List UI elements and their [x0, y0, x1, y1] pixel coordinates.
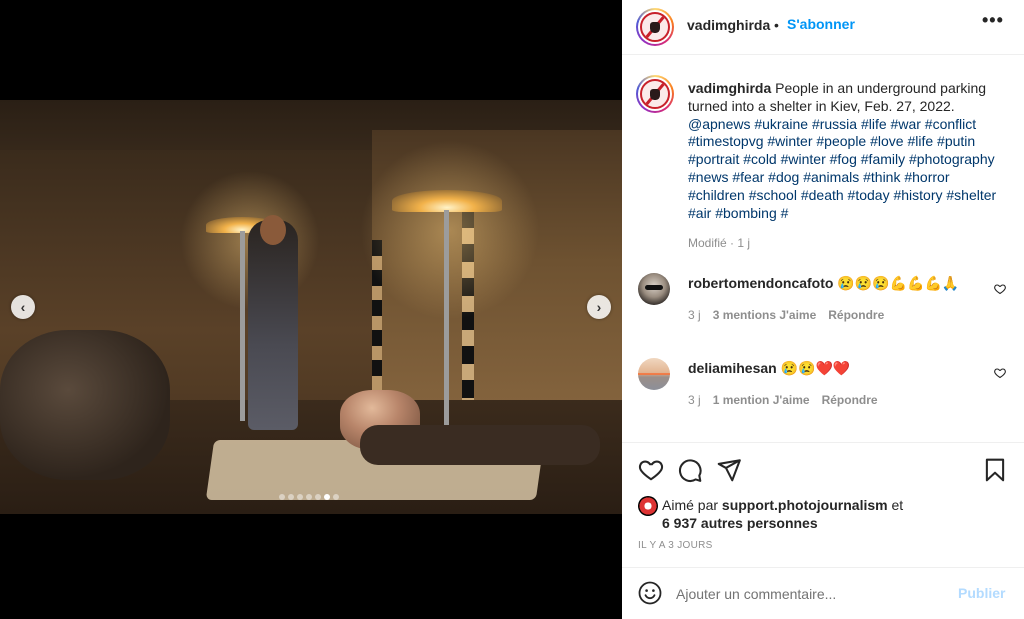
- bookmark-icon[interactable]: [982, 457, 1008, 483]
- caption-username[interactable]: vadimghirda: [688, 80, 771, 96]
- comment-reply-button[interactable]: Répondre: [822, 393, 878, 407]
- post-header: vadimghirda • S'abonner •••: [622, 0, 1024, 55]
- heater-pole-right: [444, 210, 449, 460]
- post-actions-bar: [622, 442, 1024, 494]
- comment-age: 3 j: [688, 393, 701, 407]
- comment-reply-button[interactable]: Répondre: [828, 308, 884, 322]
- instagram-post: ‹ › vadimghirda • S'abonner ••• vadimghi…: [0, 0, 1024, 619]
- heart-outline-icon[interactable]: [994, 283, 1006, 295]
- publish-button[interactable]: Publier: [958, 585, 1005, 601]
- photo-person-left: [0, 330, 170, 480]
- post-media: ‹ ›: [0, 0, 622, 619]
- carousel-dot: [288, 494, 294, 500]
- comment-input[interactable]: [676, 581, 946, 607]
- share-icon[interactable]: [716, 457, 742, 483]
- lamp-glow-right: [360, 140, 540, 320]
- comment-username[interactable]: deliamihesan: [688, 360, 777, 376]
- more-options-icon[interactable]: •••: [982, 10, 1004, 31]
- comment-avatar[interactable]: [638, 358, 670, 390]
- carousel-next-button[interactable]: ›: [587, 295, 611, 319]
- heart-outline-icon[interactable]: [994, 367, 1006, 379]
- comment-likes-count[interactable]: 3 mentions J'aime: [713, 308, 817, 322]
- liker-avatar[interactable]: [638, 496, 658, 516]
- caption-author-avatar[interactable]: [636, 75, 674, 113]
- heater-pole-left: [240, 231, 245, 421]
- carousel-dot: [333, 494, 339, 500]
- add-comment-bar: Publier: [622, 567, 1024, 619]
- comment-meta: 3 j 3 mentions J'aime Répondre: [688, 308, 884, 322]
- carousel-dot: [297, 494, 303, 500]
- heart-icon[interactable]: [638, 457, 664, 483]
- comment-age: 3 j: [688, 308, 701, 322]
- comment-body: deliamihesan 😢😢❤️❤️: [688, 360, 850, 377]
- comment-username[interactable]: robertomendoncafoto: [688, 275, 833, 291]
- carousel-dot: [279, 494, 285, 500]
- carousel-dot: [324, 494, 330, 500]
- comment-text: 😢😢❤️❤️: [780, 360, 851, 376]
- photo-blanket: [360, 425, 600, 465]
- caption-modified: Modifié · 1 j: [688, 236, 751, 250]
- post-caption: vadimghirda People in an underground par…: [688, 80, 1008, 222]
- post-photo[interactable]: [0, 100, 622, 514]
- comments-section[interactable]: vadimghirda People in an underground par…: [622, 56, 1024, 442]
- likes-others[interactable]: 6 937 autres personnes: [662, 515, 818, 531]
- header-separator: •: [774, 17, 779, 33]
- comment-body: robertomendoncafoto 😢😢😢💪💪💪🙏: [688, 275, 959, 292]
- comment-meta: 3 j 1 mention J'aime Répondre: [688, 393, 878, 407]
- author-avatar[interactable]: [636, 8, 674, 46]
- carousel-dots: [279, 494, 339, 500]
- heater-lamp-right: [392, 190, 502, 212]
- caption-hashtags[interactable]: @apnews #ukraine #russia #life #war #con…: [688, 116, 996, 221]
- author-username[interactable]: vadimghirda: [687, 17, 770, 33]
- photo-standing-girl: [248, 220, 298, 430]
- likes-prefix: Aimé par: [662, 497, 719, 513]
- comment-icon[interactable]: [677, 457, 703, 483]
- comment-text: 😢😢😢💪💪💪🙏: [837, 275, 960, 291]
- liker-username[interactable]: support.photojournalism: [722, 497, 888, 513]
- carousel-dot: [306, 494, 312, 500]
- post-side-panel: vadimghirda • S'abonner ••• vadimghirda …: [622, 0, 1024, 619]
- follow-button[interactable]: S'abonner: [787, 16, 855, 32]
- photo-standing-girl-head: [260, 215, 286, 245]
- comment-avatar[interactable]: [638, 273, 670, 305]
- likes-suffix: et: [891, 497, 904, 513]
- emoji-icon[interactable]: [638, 581, 662, 605]
- comment-likes-count[interactable]: 1 mention J'aime: [713, 393, 810, 407]
- carousel-prev-button[interactable]: ‹: [11, 295, 35, 319]
- post-timestamp[interactable]: IL Y A 3 JOURS: [638, 540, 713, 551]
- carousel-dot: [315, 494, 321, 500]
- likes-line-1: Aimé par support.photojournalism et: [662, 497, 903, 513]
